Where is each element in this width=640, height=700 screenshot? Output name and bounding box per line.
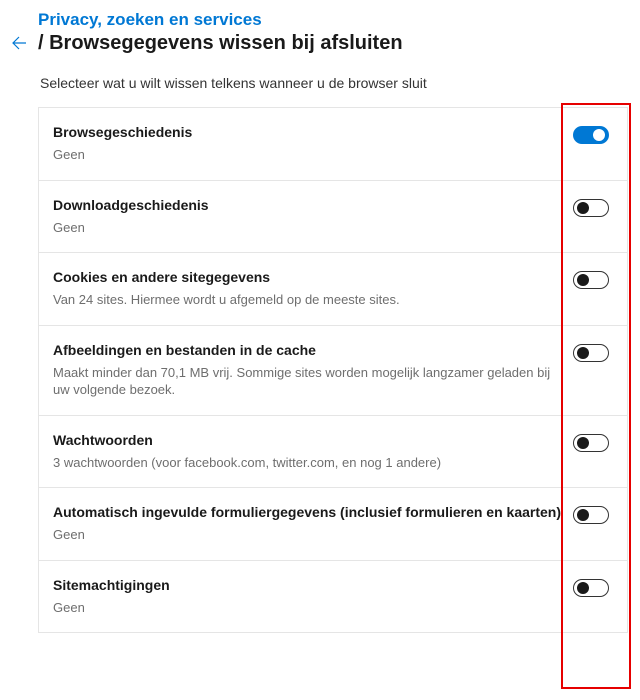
row-title: Automatisch ingevulde formuliergegevens … bbox=[53, 504, 565, 520]
row-description: 3 wachtwoorden (voor facebook.com, twitt… bbox=[53, 454, 565, 472]
row-title: Browsegeschiedenis bbox=[53, 124, 565, 140]
row-description: Geen bbox=[53, 219, 565, 237]
breadcrumb[interactable]: Privacy, zoeken en services bbox=[38, 10, 403, 30]
row-description: Van 24 sites. Hiermee wordt u afgemeld o… bbox=[53, 291, 565, 309]
back-arrow-icon[interactable] bbox=[10, 34, 28, 52]
row-cached-images: Afbeeldingen en bestanden in de cache Ma… bbox=[39, 325, 627, 415]
page-subtitle: Selecteer wat u wilt wissen telkens wann… bbox=[40, 75, 640, 91]
row-title: Sitemachtigingen bbox=[53, 577, 565, 593]
toggle-passwords[interactable] bbox=[573, 434, 609, 452]
row-description: Geen bbox=[53, 599, 565, 617]
row-site-permissions: Sitemachtigingen Geen bbox=[39, 560, 627, 633]
toggle-cookies[interactable] bbox=[573, 271, 609, 289]
row-download-history: Downloadgeschiedenis Geen bbox=[39, 180, 627, 253]
row-browsing-history: Browsegeschiedenis Geen bbox=[39, 107, 627, 180]
row-passwords: Wachtwoorden 3 wachtwoorden (voor facebo… bbox=[39, 415, 627, 488]
toggle-site-permissions[interactable] bbox=[573, 579, 609, 597]
settings-list: Browsegeschiedenis Geen Downloadgeschied… bbox=[38, 107, 628, 633]
toggle-browsing-history[interactable] bbox=[573, 126, 609, 144]
toggle-cached-images[interactable] bbox=[573, 344, 609, 362]
toggle-download-history[interactable] bbox=[573, 199, 609, 217]
row-autofill: Automatisch ingevulde formuliergegevens … bbox=[39, 487, 627, 560]
page-title: / Browsegegevens wissen bij afsluiten bbox=[38, 32, 403, 55]
row-title: Afbeeldingen en bestanden in de cache bbox=[53, 342, 565, 358]
row-description: Maakt minder dan 70,1 MB vrij. Sommige s… bbox=[53, 364, 565, 399]
row-cookies: Cookies en andere sitegegevens Van 24 si… bbox=[39, 252, 627, 325]
row-description: Geen bbox=[53, 146, 565, 164]
row-title: Cookies en andere sitegegevens bbox=[53, 269, 565, 285]
row-title: Wachtwoorden bbox=[53, 432, 565, 448]
row-description: Geen bbox=[53, 526, 565, 544]
row-title: Downloadgeschiedenis bbox=[53, 197, 565, 213]
toggle-autofill[interactable] bbox=[573, 506, 609, 524]
